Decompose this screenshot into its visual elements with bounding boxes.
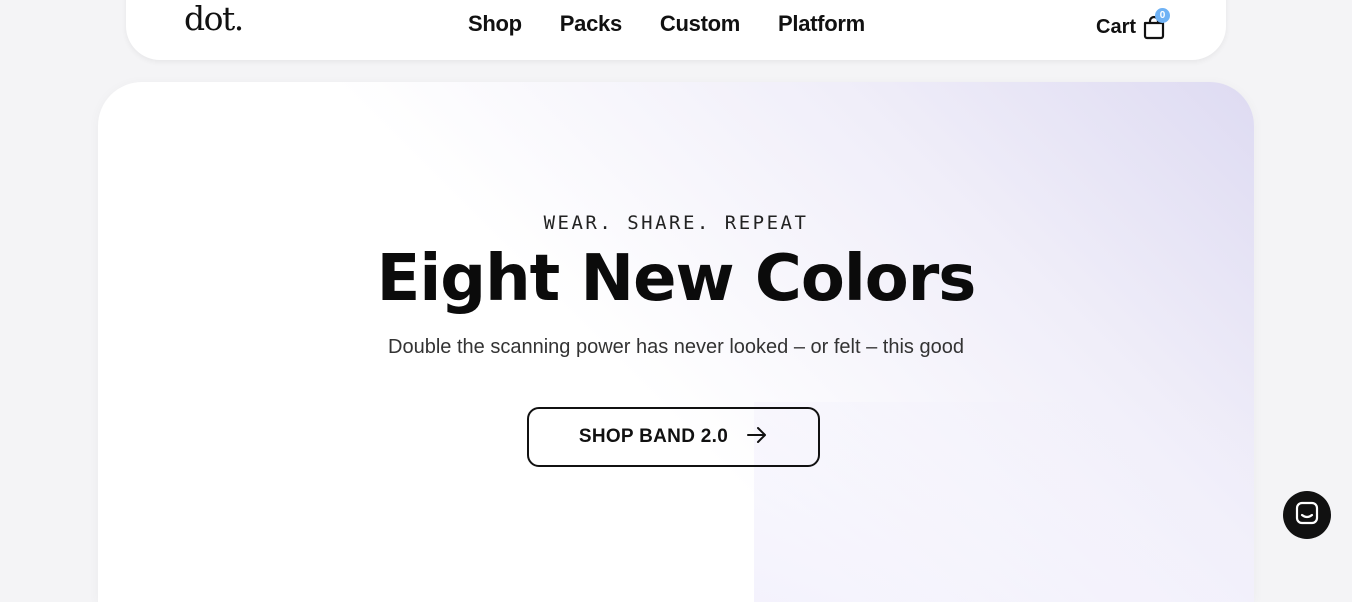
cart-count-badge: 0 (1155, 8, 1171, 23)
brand-logo[interactable]: dot. (184, 2, 244, 35)
hero-title: Eight New Colors (376, 242, 977, 316)
arrow-right-icon (746, 426, 768, 449)
nav-link-shop[interactable]: Shop (468, 11, 522, 37)
nav-link-packs[interactable]: Packs (560, 11, 622, 37)
shop-band-button[interactable]: SHOP BAND 2.0 (527, 407, 820, 467)
shop-band-button-label: SHOP BAND 2.0 (578, 426, 729, 447)
site-header: dot. Shop Packs Custom Platform Cart 0 (126, 0, 1226, 60)
main-nav: Shop Packs Custom Platform (468, 11, 865, 37)
hero-banner: WEAR. SHARE. REPEAT Eight New Colors Dou… (98, 82, 1254, 602)
hero-eyebrow: WEAR. SHARE. REPEAT (543, 212, 809, 234)
nav-link-custom[interactable]: Custom (660, 11, 740, 37)
chat-launcher-button[interactable] (1283, 491, 1331, 539)
hero-gradient-tint (754, 402, 1254, 602)
nav-link-platform[interactable]: Platform (778, 11, 865, 37)
chat-icon (1294, 500, 1320, 531)
cart-button[interactable]: Cart 0 (1096, 8, 1171, 40)
shopping-bag-icon: 0 (1142, 8, 1171, 40)
hero-subtitle: Double the scanning power has never look… (388, 336, 964, 358)
cart-label: Cart (1096, 15, 1137, 38)
